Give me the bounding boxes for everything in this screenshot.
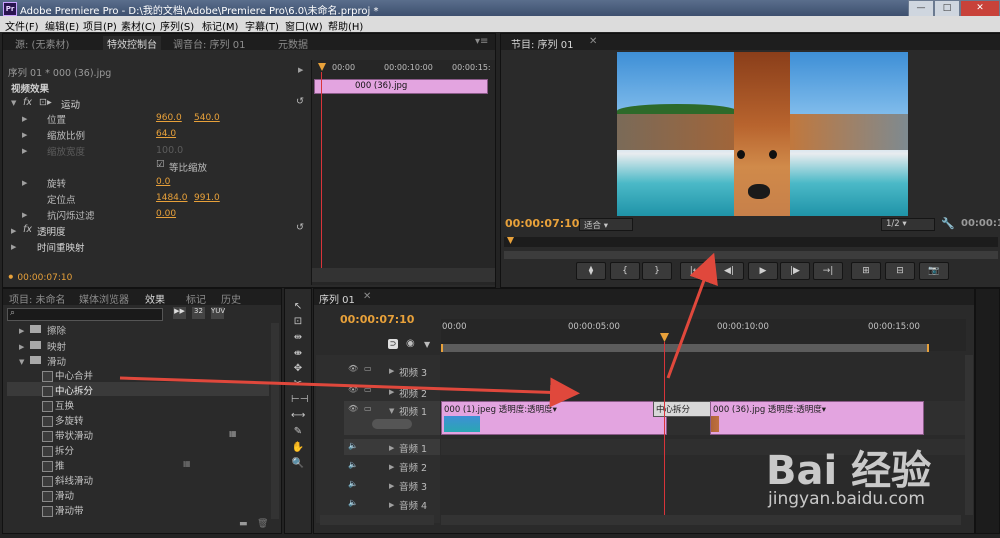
arrow-to-timeline xyxy=(119,376,580,408)
arrow-to-play-button xyxy=(666,252,718,379)
annotation-arrows xyxy=(119,252,718,408)
